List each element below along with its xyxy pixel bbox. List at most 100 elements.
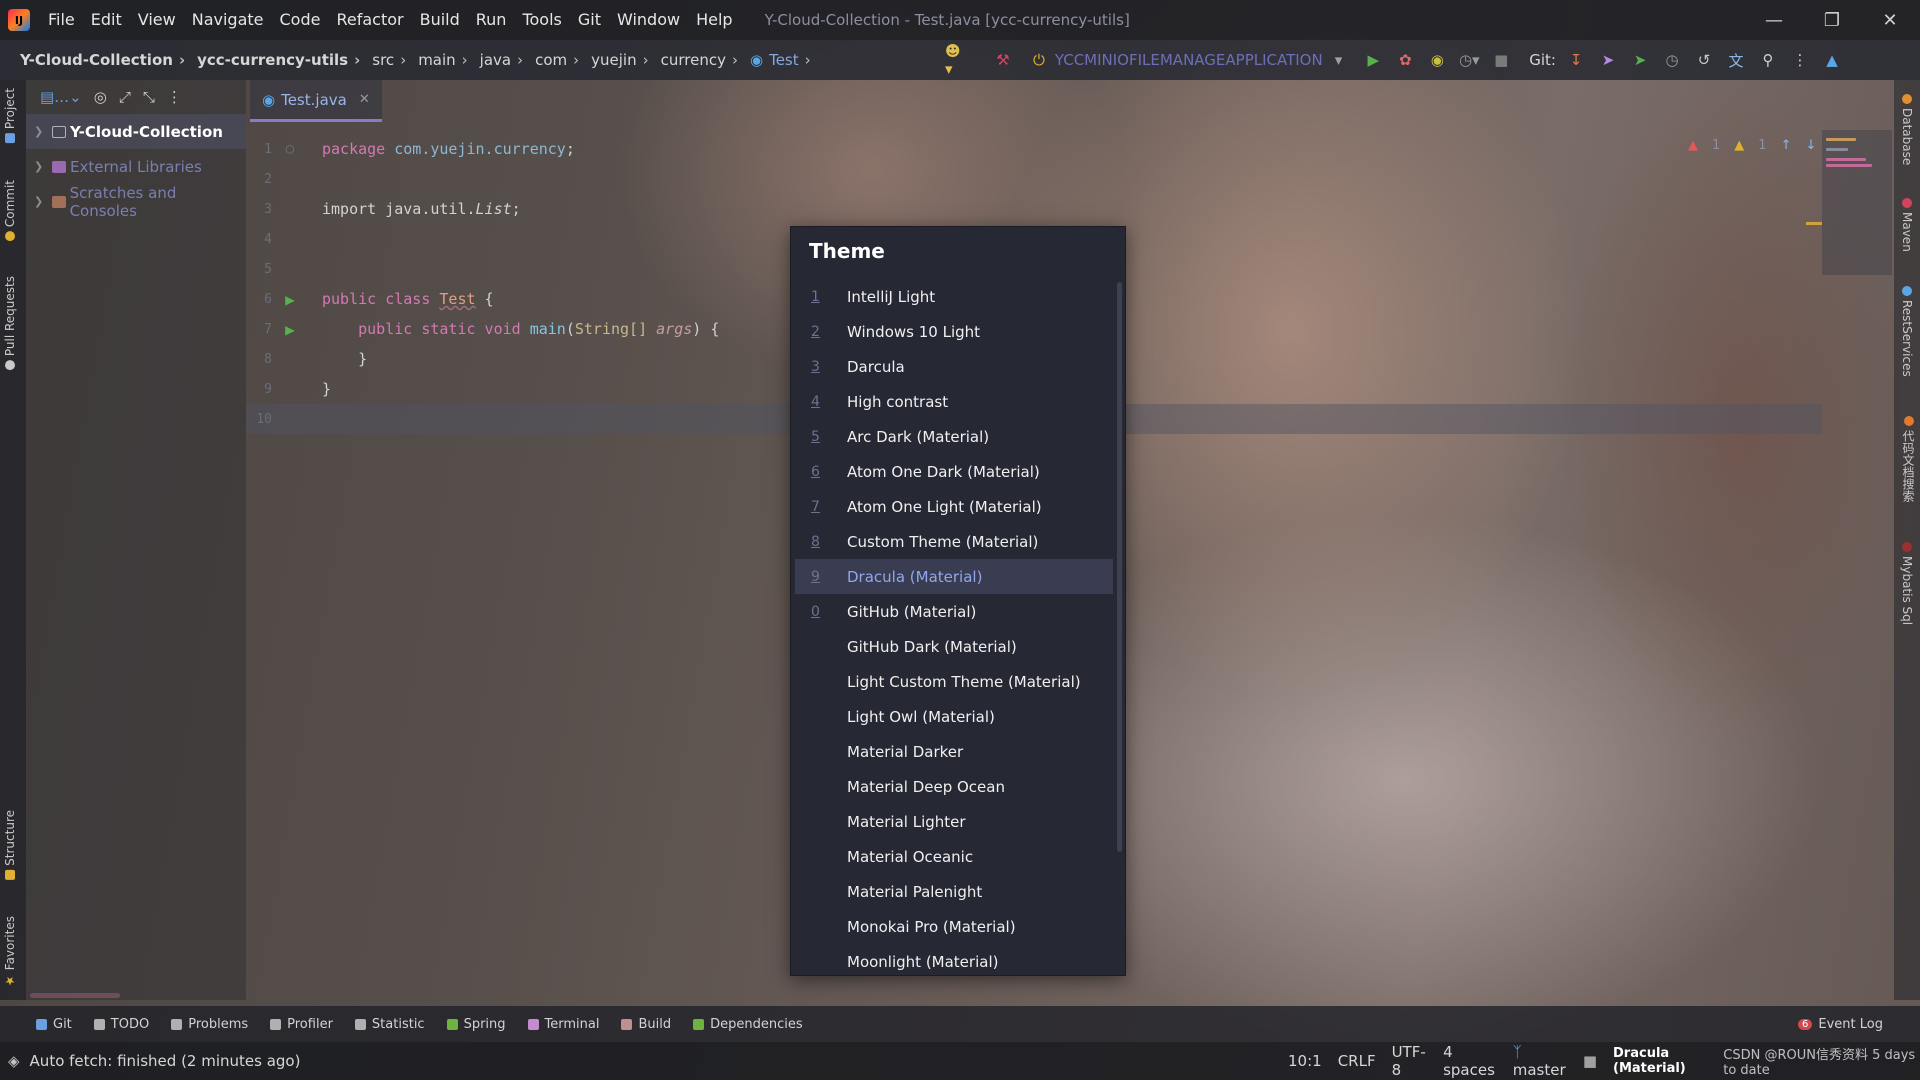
tool-tab-problems[interactable]: Problems <box>171 1017 248 1032</box>
git-commit-icon[interactable]: ➤ <box>1597 49 1619 71</box>
theme-item[interactable]: 0 GitHub (Material) <box>795 594 1113 629</box>
tool-tab-rest-services[interactable]: RestServices <box>1900 286 1914 377</box>
menu-git[interactable]: Git <box>570 0 609 40</box>
minimize-button[interactable]: — <box>1746 0 1802 40</box>
tool-tab-todo[interactable]: TODO <box>93 1017 149 1032</box>
indent-setting[interactable]: 4 spaces <box>1443 1043 1497 1079</box>
menu-tools[interactable]: Tools <box>514 0 569 40</box>
menu-help[interactable]: Help <box>688 0 740 40</box>
history-icon[interactable]: ◷ <box>1661 49 1683 71</box>
theme-item[interactable]: Light Custom Theme (Material) <box>795 664 1113 699</box>
build-hammer-icon[interactable]: ⚒ <box>992 49 1014 71</box>
code-line[interactable]: 1 ○ package com.yuejin.currency; <box>246 134 1822 164</box>
breadcrumb-item[interactable]: yuejin › <box>579 51 648 69</box>
file-encoding[interactable]: UTF-8 <box>1392 1043 1427 1079</box>
caret-position[interactable]: 10:1 <box>1288 1052 1322 1070</box>
debug-icon[interactable]: ✿ <box>1394 49 1416 71</box>
theme-item[interactable]: Material Lighter <box>795 804 1113 839</box>
breadcrumb-item[interactable]: java › <box>468 51 523 69</box>
theme-item[interactable]: 8 Custom Theme (Material) <box>795 524 1113 559</box>
code-minimap[interactable] <box>1822 130 1892 275</box>
tool-tab-statistic[interactable]: Statistic <box>354 1017 425 1032</box>
expand-all-icon[interactable]: ⤢ <box>119 88 131 106</box>
run-configuration-select[interactable]: ⏻ YCCMINIOFILEMANAGEAPPLICATION ▾ <box>1033 51 1342 69</box>
options-icon[interactable]: ⋮ <box>167 88 182 106</box>
editor-tab-test-java[interactable]: ◉ Test.java ✕ <box>250 80 382 122</box>
theme-item[interactable]: 5 Arc Dark (Material) <box>795 419 1113 454</box>
users-icon[interactable]: ☻▾ <box>945 42 967 78</box>
theme-item[interactable]: Light Owl (Material) <box>795 699 1113 734</box>
tool-tab-mybatis-sql[interactable]: Mybatis Sql <box>1900 542 1914 625</box>
vertical-scrollbar[interactable] <box>1117 282 1122 852</box>
tool-tab-spring[interactable]: Spring <box>446 1017 506 1032</box>
stop-icon[interactable]: ■ <box>1490 49 1512 71</box>
tool-tab-doc-search[interactable]: 代码文档搜索 <box>1900 416 1917 502</box>
theme-item[interactable]: Material Palenight <box>795 874 1113 909</box>
lock-icon[interactable]: ■ <box>1583 1052 1597 1070</box>
toolbox-icon[interactable]: ▲ <box>1821 49 1843 71</box>
current-theme-indicator[interactable]: Dracula (Material) <box>1613 1046 1721 1076</box>
tool-tab-favorites[interactable]: ★ Favorites <box>3 916 17 988</box>
tool-tab-database[interactable]: Database <box>1900 94 1914 165</box>
run-icon[interactable]: ▶ <box>1362 49 1384 71</box>
tool-tab-pull-requests[interactable]: Pull Requests <box>3 276 17 371</box>
tool-tab-terminal[interactable]: Terminal <box>527 1017 599 1032</box>
theme-item[interactable]: Monokai Pro (Material) <box>795 909 1113 944</box>
breadcrumb-item[interactable]: src › <box>360 51 406 69</box>
tool-tab-commit[interactable]: Commit <box>3 180 17 242</box>
restore-button[interactable]: ❐ <box>1804 0 1860 40</box>
breadcrumb-item[interactable]: com › <box>523 51 579 69</box>
tree-item-scratches[interactable]: ❯ Scratches and Consoles <box>26 184 246 220</box>
run-gutter-icon[interactable]: ▶ <box>285 290 295 309</box>
git-push-icon[interactable]: ➤ <box>1629 49 1651 71</box>
theme-item[interactable]: 1 IntelliJ Light <box>795 279 1113 314</box>
theme-item[interactable]: Material Deep Ocean <box>795 769 1113 804</box>
menu-window[interactable]: Window <box>609 0 688 40</box>
breadcrumb-item[interactable]: main › <box>406 51 467 69</box>
menu-code[interactable]: Code <box>272 0 329 40</box>
search-icon[interactable]: ⚲ <box>1757 49 1779 71</box>
project-view-icon[interactable]: ▤…⌄ <box>40 88 82 106</box>
tool-tab-maven[interactable]: Maven <box>1900 198 1914 252</box>
theme-item[interactable]: 7 Atom One Light (Material) <box>795 489 1113 524</box>
tool-tab-dependencies[interactable]: Dependencies <box>693 1017 803 1032</box>
git-update-icon[interactable]: ↧ <box>1565 49 1587 71</box>
rollback-icon[interactable]: ↺ <box>1693 49 1715 71</box>
event-log-button[interactable]: 6 Event Log <box>1798 1006 1883 1042</box>
menu-edit[interactable]: Edit <box>83 0 130 40</box>
git-branch[interactable]: ᛉ master <box>1513 1043 1567 1079</box>
translate-icon[interactable]: 文 <box>1725 49 1747 71</box>
theme-item[interactable]: Material Oceanic <box>795 839 1113 874</box>
theme-item[interactable]: GitHub Dark (Material) <box>795 629 1113 664</box>
theme-item[interactable]: Material Darker <box>795 734 1113 769</box>
tool-tab-profiler[interactable]: Profiler <box>270 1017 333 1032</box>
tree-item-project-root[interactable]: ❯ Y-Cloud-Collection <box>26 114 246 149</box>
menu-run[interactable]: Run <box>468 0 515 40</box>
tool-tab-project[interactable]: Project <box>3 88 17 144</box>
code-line[interactable]: 2 <box>246 164 1822 194</box>
theme-item[interactable]: 9 Dracula (Material) <box>795 559 1113 594</box>
theme-item[interactable]: 6 Atom One Dark (Material) <box>795 454 1113 489</box>
breadcrumb-item[interactable]: currency › <box>649 51 738 69</box>
close-icon[interactable]: ✕ <box>359 92 370 107</box>
breadcrumb-item[interactable]: Y-Cloud-Collection › <box>8 51 185 69</box>
breadcrumb-item[interactable]: ycc-currency-utils › <box>185 51 360 69</box>
collapse-all-icon[interactable]: ⤡ <box>143 88 155 106</box>
horizontal-scrollbar[interactable] <box>30 993 120 998</box>
close-window-button[interactable]: ✕ <box>1862 0 1918 40</box>
profile-icon[interactable]: ◷▾ <box>1458 49 1480 71</box>
tool-tab-git[interactable]: Git <box>36 1017 72 1032</box>
menu-file[interactable]: File <box>40 0 83 40</box>
menu-view[interactable]: View <box>130 0 184 40</box>
tool-tab-build[interactable]: Build <box>621 1017 671 1032</box>
menu-build[interactable]: Build <box>412 0 468 40</box>
menu-refactor[interactable]: Refactor <box>328 0 411 40</box>
fold-icon[interactable]: ○ <box>286 141 294 157</box>
breadcrumb-item-current[interactable]: ◉ Test › <box>738 51 811 69</box>
status-message[interactable]: ◈ Auto fetch: finished (2 minutes ago) <box>8 1052 300 1070</box>
theme-item[interactable]: 3 Darcula <box>795 349 1113 384</box>
coverage-icon[interactable]: ◉ <box>1426 49 1448 71</box>
tool-tab-structure[interactable]: Structure <box>3 810 17 880</box>
tree-item-external-libraries[interactable]: ❯ External Libraries <box>26 149 246 184</box>
code-line[interactable]: 3 import java.util.List; <box>246 194 1822 224</box>
